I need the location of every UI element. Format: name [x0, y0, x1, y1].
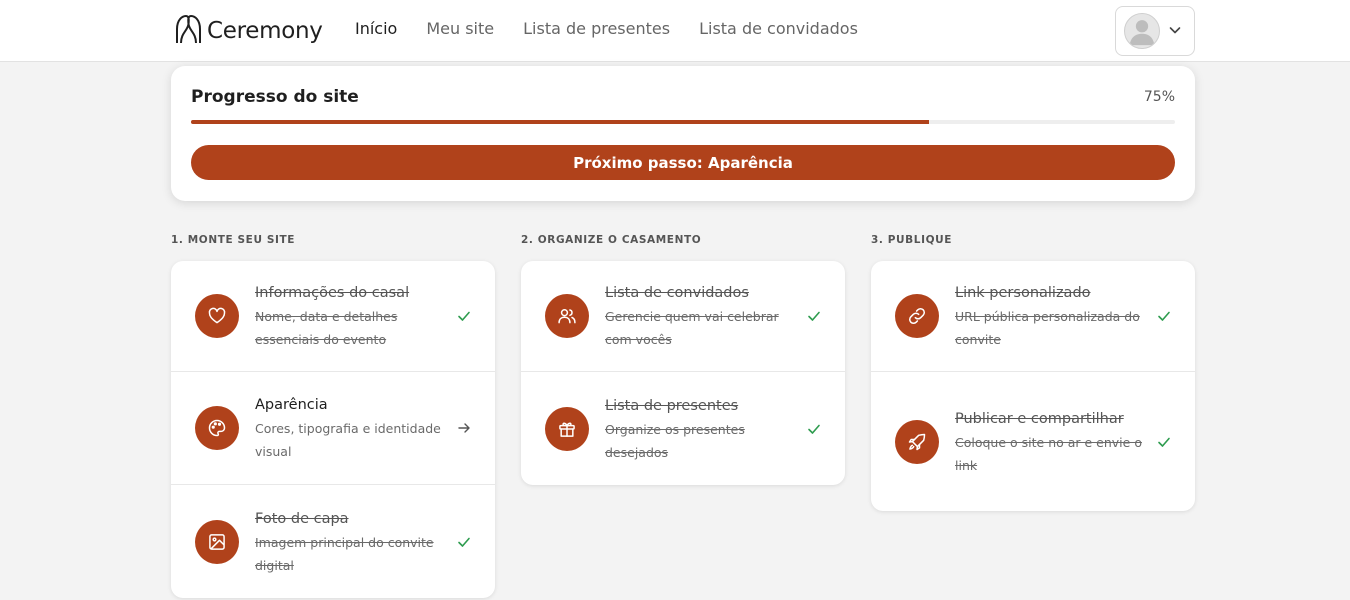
step-description: Coloque o site no ar e envie o link [955, 434, 1142, 473]
progress-title: Progresso do site [191, 87, 359, 107]
step-title: Lista de presentes [605, 397, 739, 414]
chevron-down-icon [1168, 22, 1182, 41]
palette-icon [195, 406, 239, 450]
arrow-right-icon [443, 421, 471, 435]
step-description: URL pública personalizada do convite [955, 309, 1140, 347]
column-heading: 2. Organize o casamento [521, 234, 702, 246]
next-step-button[interactable]: Próximo passo: Aparência [191, 145, 1175, 180]
check-icon [793, 309, 821, 323]
brand-name: Ceremony [207, 18, 323, 44]
step-title: Lista de convidados [605, 285, 749, 301]
top-navigation-bar: Ceremony Início Meu site Lista de presen… [0, 0, 1350, 62]
nav-item-lista-de-convidados[interactable]: Lista de convidados [699, 19, 858, 38]
main-nav: Início Meu site Lista de presentes Lista… [355, 19, 858, 38]
steps-column-monte-seu-site: 1. Monte seu site Informações do casal N… [171, 233, 495, 598]
ceremony-logo-icon [175, 14, 202, 48]
progress-percentage: 75% [1143, 89, 1175, 105]
step-aparencia[interactable]: Aparência Cores, tipografia e identidade… [171, 372, 495, 485]
user-menu-button[interactable] [1115, 6, 1195, 56]
check-icon [443, 535, 471, 549]
image-icon [195, 519, 239, 564]
progress-bar-fill [191, 120, 929, 124]
step-title: Aparência [255, 397, 328, 413]
steps-card: Informações do casal Nome, data e detalh… [171, 261, 495, 598]
gift-icon [545, 406, 589, 451]
step-foto-de-capa[interactable]: Foto de capa Imagem principal do convite… [171, 485, 495, 598]
steps-column-publique: 3. Publique Link personalizado URL públi… [871, 233, 1195, 511]
step-title: Link personalizado [955, 285, 1091, 301]
steps-card: Link personalizado URL pública personali… [871, 261, 1195, 511]
rocket-icon [895, 419, 939, 464]
steps-column-organize-o-casamento: 2. Organize o casamento Lista de convida… [521, 233, 845, 485]
step-link-personalizado[interactable]: Link personalizado URL pública personali… [871, 261, 1195, 372]
check-icon [443, 309, 471, 323]
user-avatar-icon [1124, 13, 1160, 49]
step-title: Publicar e compartilhar [955, 410, 1124, 427]
step-title: Foto de capa [255, 510, 349, 527]
check-icon [1143, 309, 1171, 323]
step-publicar-e-compartilhar[interactable]: Publicar e compartilhar Coloque o site n… [871, 372, 1195, 511]
steps-card: Lista de convidados Gerencie quem vai ce… [521, 261, 845, 485]
nav-item-inicio[interactable]: Início [355, 19, 397, 38]
step-lista-de-convidados[interactable]: Lista de convidados Gerencie quem vai ce… [521, 261, 845, 372]
link-icon [895, 294, 939, 338]
check-icon [793, 422, 821, 436]
step-lista-de-presentes[interactable]: Lista de presentes Organize os presentes… [521, 372, 845, 485]
step-description: Organize os presentes desejados [605, 421, 745, 460]
brand-logo[interactable]: Ceremony [175, 14, 323, 48]
users-icon [545, 294, 589, 338]
check-icon [1143, 435, 1171, 449]
nav-item-lista-de-presentes[interactable]: Lista de presentes [523, 19, 670, 38]
step-description: Nome, data e detalhes essenciais do even… [255, 309, 398, 347]
step-informacoes-do-casal[interactable]: Informações do casal Nome, data e detalh… [171, 261, 495, 372]
nav-item-meu-site[interactable]: Meu site [426, 19, 494, 38]
step-title: Informações do casal [255, 285, 410, 301]
step-description: Cores, tipografia e identidade visual [255, 421, 441, 459]
step-description: Imagem principal do convite digital [255, 534, 434, 573]
step-description: Gerencie quem vai celebrar com vocês [605, 309, 779, 347]
heart-icon [195, 294, 239, 338]
site-progress-card: Progresso do site 75% Próximo passo: Apa… [171, 66, 1195, 201]
progress-bar [191, 120, 1175, 124]
column-heading: 1. Monte seu site [171, 234, 296, 246]
column-heading: 3. Publique [871, 234, 952, 246]
